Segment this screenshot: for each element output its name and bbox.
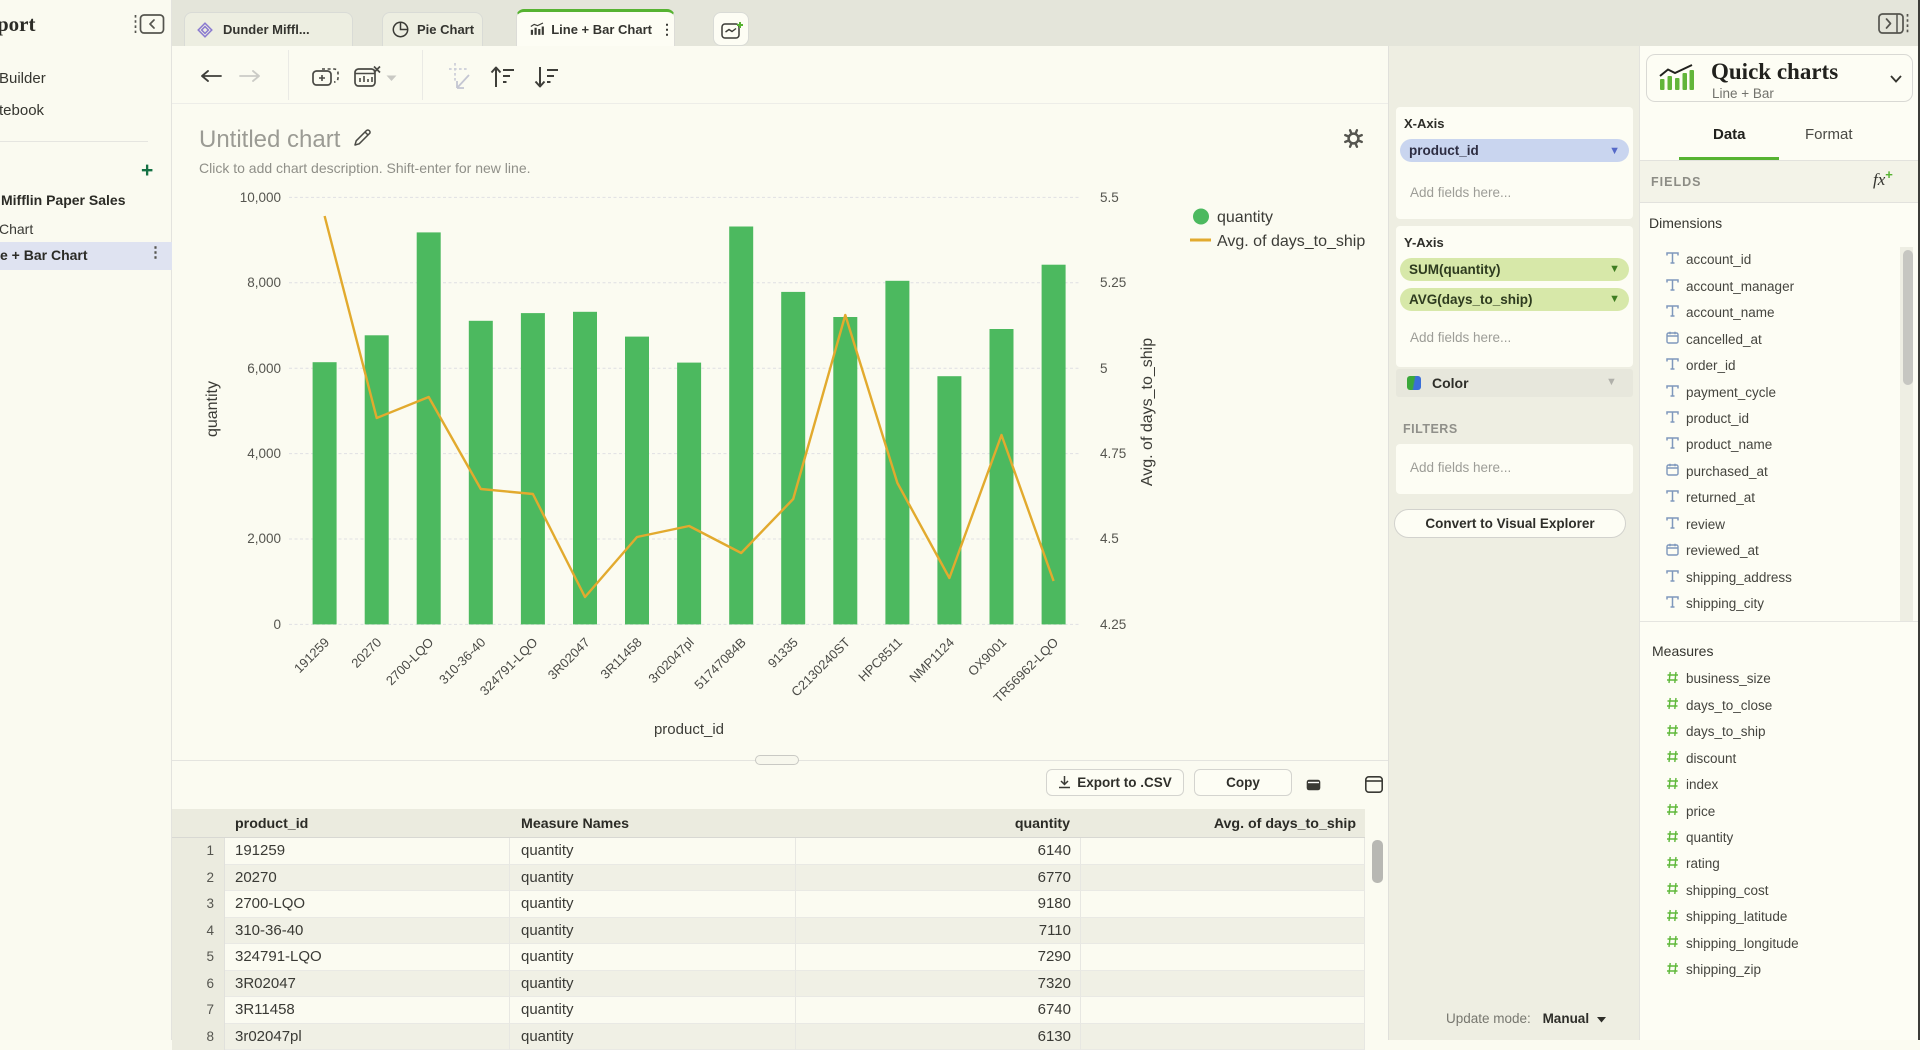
svg-text:quantity: quantity [1217, 209, 1273, 226]
svg-text:2700-LQO: 2700-LQO [383, 635, 437, 689]
svg-text:20270: 20270 [348, 635, 384, 671]
svg-text:91335: 91335 [765, 635, 801, 671]
svg-text:3R02047: 3R02047 [545, 635, 593, 683]
svg-text:6,000: 6,000 [247, 361, 281, 376]
svg-text:0: 0 [273, 617, 281, 632]
svg-text:5.25: 5.25 [1100, 275, 1126, 290]
svg-text:quantity: quantity [204, 381, 221, 437]
svg-text:191259: 191259 [291, 635, 332, 676]
svg-text:51747084B: 51747084B [691, 635, 749, 693]
svg-text:5.5: 5.5 [1100, 190, 1119, 205]
svg-text:10,000: 10,000 [240, 190, 281, 205]
svg-text:310-36-40: 310-36-40 [436, 635, 489, 688]
svg-text:OX9001: OX9001 [965, 635, 1009, 679]
svg-text:4,000: 4,000 [247, 446, 281, 461]
svg-text:3R11458: 3R11458 [597, 635, 644, 682]
svg-text:4.75: 4.75 [1100, 446, 1126, 461]
svg-text:HPC8511: HPC8511 [855, 635, 905, 685]
svg-text:5: 5 [1100, 361, 1108, 376]
svg-text:NMP1124: NMP1124 [906, 635, 957, 686]
svg-text:Avg. of days_to_ship: Avg. of days_to_ship [1139, 338, 1156, 486]
svg-text:4.25: 4.25 [1100, 617, 1126, 632]
svg-text:3r02047pl: 3r02047pl [645, 635, 697, 687]
svg-text:4.5: 4.5 [1100, 531, 1119, 546]
svg-text:8,000: 8,000 [247, 275, 281, 290]
svg-text:product_id: product_id [654, 721, 724, 738]
svg-text:Avg. of days_to_ship: Avg. of days_to_ship [1217, 233, 1365, 250]
svg-text:2,000: 2,000 [247, 531, 281, 546]
